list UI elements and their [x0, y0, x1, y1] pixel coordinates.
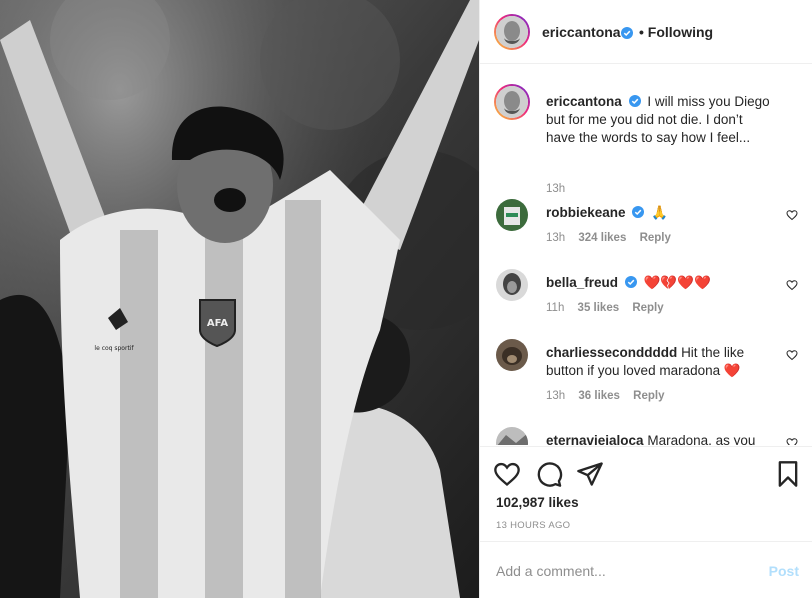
comment-time: 13h — [546, 232, 566, 244]
verified-badge-icon — [632, 206, 645, 218]
caption-time: 13h — [546, 183, 566, 195]
comment-username[interactable]: charliesseconddddd — [546, 345, 677, 360]
comment-avatar[interactable] — [496, 339, 528, 371]
comment-username[interactable]: bella_freud — [546, 275, 618, 290]
comment-time: 13h — [546, 390, 566, 402]
comment-item: charliesseconddddd Hit the like button i… — [496, 339, 798, 409]
caption-item: ericcantona I will miss you Diego but fo… — [494, 84, 796, 195]
brand-logo-text: le coq sportif — [94, 345, 134, 352]
comment-text: 🙏 — [651, 205, 668, 220]
heart-icon[interactable] — [493, 460, 521, 488]
post-actions: 102,987 likes 13 HOURS AGO — [480, 446, 812, 540]
comment-composer: Add a comment... Post — [480, 541, 812, 598]
comments-list[interactable]: ericcantona I will miss you Diego but fo… — [480, 65, 812, 445]
comment-time: 11h — [546, 302, 565, 314]
like-comment-heart-icon[interactable] — [786, 209, 798, 221]
comment-text: Maradona, as you — [647, 433, 756, 445]
comment-likes[interactable]: 36 likes — [578, 390, 620, 402]
verified-badge-icon — [628, 95, 641, 107]
post-photo[interactable]: AFA le coq sportif — [0, 0, 479, 598]
afa-badge-text: AFA — [207, 318, 228, 329]
verified-badge-icon — [621, 27, 633, 39]
comment-avatar[interactable] — [496, 269, 528, 301]
following-button[interactable]: • Following — [639, 24, 713, 40]
comment-likes[interactable]: 324 likes — [578, 232, 626, 244]
post-side-panel: ericcantona • Following ericcantona I wi… — [479, 0, 812, 598]
bookmark-icon[interactable] — [774, 460, 802, 488]
post-header: ericcantona • Following — [480, 0, 812, 64]
comment-username[interactable]: eternaviejaloca — [546, 433, 644, 445]
post-comment-button[interactable]: Post — [769, 563, 799, 579]
comment-icon[interactable] — [535, 460, 563, 488]
comment-item: bella_freud ❤️💔❤️❤️ 11h 35 likes Reply — [496, 269, 798, 319]
reply-button[interactable]: Reply — [633, 390, 664, 402]
likes-count[interactable]: 102,987 likes — [496, 495, 579, 510]
like-comment-heart-icon[interactable] — [786, 437, 798, 445]
comment-username[interactable]: robbiekeane — [546, 205, 626, 220]
verified-badge-icon — [624, 276, 637, 288]
like-comment-heart-icon[interactable] — [786, 349, 798, 361]
comment-likes[interactable]: 35 likes — [578, 302, 620, 314]
author-avatar[interactable] — [494, 14, 530, 50]
send-icon[interactable] — [576, 460, 604, 488]
comment-input[interactable]: Add a comment... — [496, 563, 606, 579]
caption-avatar[interactable] — [494, 84, 530, 120]
comment-avatar[interactable] — [496, 199, 528, 231]
comment-item: eternaviejaloca Maradona, as you — [496, 427, 798, 445]
maradona-photo: AFA le coq sportif — [0, 0, 479, 598]
like-comment-heart-icon[interactable] — [786, 279, 798, 291]
post-timestamp[interactable]: 13 HOURS AGO — [496, 520, 570, 531]
comment-text: ❤️💔❤️❤️ — [643, 275, 711, 290]
caption-username[interactable]: ericcantona — [546, 94, 622, 109]
author-username[interactable]: ericcantona — [542, 24, 621, 40]
comment-avatar[interactable] — [496, 427, 528, 445]
comment-item: robbiekeane 🙏 13h 324 likes Reply — [496, 199, 798, 249]
reply-button[interactable]: Reply — [640, 232, 671, 244]
reply-button[interactable]: Reply — [632, 302, 663, 314]
